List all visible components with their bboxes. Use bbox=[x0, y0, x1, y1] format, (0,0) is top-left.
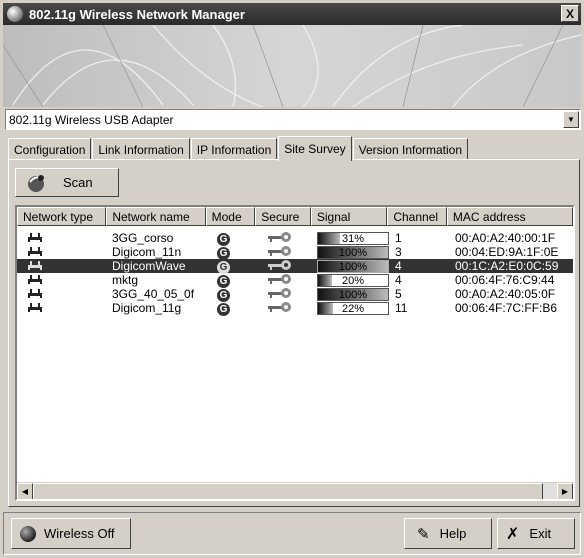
table-row[interactable]: 3GG_corso G 31% 1 00:A0:A2:40:00:1F bbox=[17, 231, 573, 246]
signal-value: 22% bbox=[341, 303, 365, 315]
signal-bar: 20% bbox=[317, 274, 389, 287]
network-name: Digicom_11g bbox=[112, 301, 182, 315]
network-type-icon bbox=[27, 273, 43, 288]
secure-key-icon bbox=[267, 231, 293, 246]
secure-key-icon bbox=[267, 259, 293, 274]
channel-value: 11 bbox=[395, 301, 408, 315]
signal-value: 20% bbox=[341, 275, 365, 287]
tab-link-information[interactable]: Link Information bbox=[92, 138, 190, 160]
scroll-right-icon[interactable]: ▶ bbox=[557, 483, 573, 499]
scan-button[interactable]: Scan bbox=[15, 168, 119, 197]
adapter-dropdown[interactable]: 802.11g Wireless USB Adapter ▼ bbox=[5, 109, 581, 130]
mode-g-icon: G bbox=[217, 231, 230, 246]
window-title: 802.11g Wireless Network Manager bbox=[29, 6, 245, 22]
network-type-icon bbox=[27, 287, 43, 302]
column-network-type[interactable]: Network type bbox=[17, 207, 107, 226]
banner-decoration bbox=[3, 25, 581, 107]
table-row[interactable]: Digicom_11g G 22% 11 00:06:4F:7C:FF:B6 bbox=[17, 301, 573, 316]
network-name: Digicom_11n bbox=[112, 245, 182, 259]
network-name: DigicomWave bbox=[112, 259, 186, 273]
mac-address-value: 00:06:4F:76:C9:44 bbox=[455, 273, 555, 287]
signal-value: 100% bbox=[338, 261, 368, 273]
network-list[interactable]: Network type Network name Mode Secure Si… bbox=[15, 205, 575, 501]
mode-g-icon: G bbox=[217, 273, 230, 288]
signal-bar: 100% bbox=[317, 246, 389, 259]
scroll-left-icon[interactable]: ◀ bbox=[17, 483, 33, 499]
channel-value: 4 bbox=[395, 259, 402, 273]
secure-key-icon bbox=[267, 287, 293, 302]
scan-button-label: Scan bbox=[63, 175, 93, 190]
power-icon bbox=[20, 525, 36, 542]
column-signal[interactable]: Signal bbox=[310, 207, 388, 226]
help-label: Help bbox=[439, 526, 467, 541]
column-secure[interactable]: Secure bbox=[255, 207, 311, 226]
secure-key-icon bbox=[267, 301, 293, 316]
network-type-icon bbox=[27, 259, 43, 274]
signal-bar: 31% bbox=[317, 232, 389, 245]
column-channel[interactable]: Channel bbox=[387, 207, 447, 226]
secure-key-icon bbox=[267, 273, 293, 288]
scrollbar-thumb[interactable] bbox=[33, 483, 543, 499]
column-network-name[interactable]: Network name bbox=[106, 207, 206, 226]
network-name: 3GG_corso bbox=[112, 231, 174, 245]
network-name: 3GG_40_05_0f bbox=[112, 287, 195, 301]
network-type-icon bbox=[27, 301, 43, 316]
signal-value: 100% bbox=[338, 247, 368, 259]
mac-address-value: 00:A0:A2:40:05:0F bbox=[455, 287, 556, 301]
wireless-off-label: Wireless Off bbox=[44, 526, 115, 541]
channel-value: 1 bbox=[395, 231, 402, 245]
exit-button[interactable]: ✗ Exit bbox=[497, 518, 575, 549]
channel-value: 3 bbox=[395, 245, 402, 259]
tab-configuration[interactable]: Configuration bbox=[8, 138, 92, 160]
channel-value: 4 bbox=[395, 273, 402, 287]
exit-label: Exit bbox=[529, 526, 552, 541]
signal-bar: 100% bbox=[317, 260, 389, 273]
help-book-icon: ✎ bbox=[417, 525, 430, 543]
network-name: mktg bbox=[112, 273, 139, 287]
secure-key-icon bbox=[267, 245, 293, 260]
network-type-icon bbox=[27, 231, 43, 246]
signal-value: 31% bbox=[341, 233, 365, 245]
tab-strip: Configuration Link Information IP Inform… bbox=[8, 136, 469, 161]
close-button[interactable]: X bbox=[561, 5, 579, 22]
signal-value: 100% bbox=[338, 289, 368, 301]
tab-ip-information[interactable]: IP Information bbox=[190, 138, 278, 160]
column-mode[interactable]: Mode bbox=[205, 207, 256, 226]
table-row[interactable]: Digicom_11n G 100% 3 00:04:ED:9A:1F:0E bbox=[17, 245, 573, 260]
site-survey-panel: Scan Network type Network name Mode Secu… bbox=[8, 159, 580, 507]
horizontal-scrollbar[interactable]: ◀ ▶ bbox=[17, 482, 573, 499]
mac-address-value: 00:06:4F:7C:FF:B6 bbox=[455, 301, 558, 315]
mac-address-value: 00:A0:A2:40:00:1F bbox=[455, 231, 556, 245]
tab-version-information[interactable]: Version Information bbox=[352, 138, 469, 160]
app-window: 802.11g Wireless Network Manager X 802.1… bbox=[0, 0, 584, 558]
signal-bar: 22% bbox=[317, 302, 389, 315]
mode-g-icon: G bbox=[217, 301, 230, 316]
table-row[interactable]: mktg G 20% 4 00:06:4F:76:C9:44 bbox=[17, 273, 573, 288]
footer-bar: Wireless Off ✎ Help ✗ Exit bbox=[3, 512, 581, 555]
tab-site-survey[interactable]: Site Survey bbox=[278, 136, 352, 161]
scan-icon bbox=[28, 175, 45, 192]
help-button[interactable]: ✎ Help bbox=[404, 518, 492, 549]
exit-runner-icon: ✗ bbox=[506, 525, 520, 543]
network-type-icon bbox=[27, 245, 43, 260]
mac-address-value: 00:1C:A2:E0:0C:59 bbox=[455, 259, 559, 273]
channel-value: 5 bbox=[395, 287, 402, 301]
table-row[interactable]: 3GG_40_05_0f G 100% 5 00:A0:A2:40:05:0F bbox=[17, 287, 573, 302]
table-row[interactable]: DigicomWave G 100% 4 00:1C:A2:E0:0C:59 bbox=[17, 259, 573, 274]
title-bar[interactable]: 802.11g Wireless Network Manager X bbox=[3, 3, 581, 25]
chevron-down-icon[interactable]: ▼ bbox=[563, 111, 579, 128]
column-mac-address[interactable]: MAC address bbox=[446, 207, 573, 226]
mode-g-icon: G bbox=[217, 259, 230, 274]
header-banner bbox=[3, 25, 581, 107]
app-icon bbox=[7, 6, 23, 22]
mac-address-value: 00:04:ED:9A:1F:0E bbox=[455, 245, 559, 259]
adapter-dropdown-value: 802.11g Wireless USB Adapter bbox=[9, 112, 174, 127]
wireless-off-button[interactable]: Wireless Off bbox=[11, 518, 131, 549]
mode-g-icon: G bbox=[217, 245, 230, 260]
signal-bar: 100% bbox=[317, 288, 389, 301]
list-header: Network type Network name Mode Secure Si… bbox=[17, 207, 573, 226]
mode-g-icon: G bbox=[217, 287, 230, 302]
